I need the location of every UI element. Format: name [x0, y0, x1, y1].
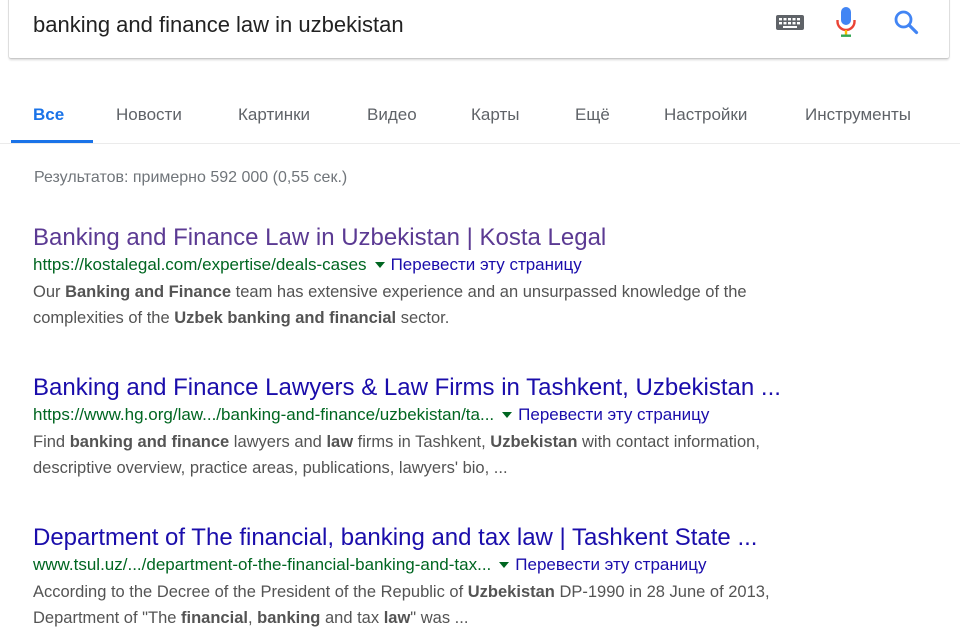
result-url-line: https://kostalegal.com/expertise/deals-c…: [33, 254, 953, 276]
result-title-link[interactable]: Banking and Finance Law in Uzbekistan | …: [33, 223, 953, 253]
snippet-text: According to the Decree of the President…: [33, 583, 468, 601]
tab-news[interactable]: Новости: [116, 86, 182, 144]
snippet-text: DP-1990 in 28 June of 2013,: [554, 583, 770, 601]
snippet-keyword: Banking and Finance: [65, 283, 232, 301]
search-result: Banking and Finance Lawyers & Law Firms …: [33, 373, 953, 481]
tab-maps[interactable]: Карты: [471, 86, 519, 144]
result-url-line: www.tsul.uz/.../department-of-the-financ…: [33, 554, 953, 576]
tab-images[interactable]: Картинки: [238, 86, 310, 144]
snippet-keyword: banking: [257, 609, 321, 627]
snippet-keyword: law: [326, 433, 354, 451]
dropdown-arrow-icon[interactable]: [499, 561, 510, 568]
snippet-line: complexities of the Uzbek banking and fi…: [33, 305, 953, 331]
snippet-text: with contact information,: [577, 433, 760, 451]
result-snippet: Our Banking and Finance team has extensi…: [33, 279, 953, 331]
tab-more[interactable]: Ещё: [575, 86, 610, 144]
snippet-text: complexities of the: [33, 309, 175, 327]
snippet-text: lawyers and: [229, 433, 327, 451]
snippet-keyword: financial: [181, 609, 248, 627]
search-bar: [9, 0, 949, 58]
tab-all[interactable]: Все: [33, 86, 64, 144]
translate-link[interactable]: Перевести эту страницу: [391, 255, 582, 274]
snippet-keyword: Uzbek banking and financial: [174, 309, 397, 327]
result-snippet: Find banking and finance lawyers and law…: [33, 429, 953, 481]
snippet-text: firms in Tashkent,: [353, 433, 491, 451]
snippet-keyword: Uzbekistan: [467, 583, 555, 601]
snippet-keyword: law: [383, 609, 411, 627]
snippet-line: descriptive overview, practice areas, pu…: [33, 455, 953, 481]
snippet-line: Find banking and finance lawyers and law…: [33, 429, 953, 455]
result-url: https://kostalegal.com/expertise/deals-c…: [33, 255, 367, 274]
result-title-link[interactable]: Department of The financial, banking and…: [33, 523, 953, 553]
tab-settings[interactable]: Настройки: [664, 86, 747, 144]
result-snippet: According to the Decree of the President…: [33, 579, 953, 631]
search-input[interactable]: [33, 12, 753, 38]
snippet-line: Department of "The financial, banking an…: [33, 605, 953, 631]
result-stats: Результатов: примерно 592 000 (0,55 сек.…: [34, 169, 348, 186]
translate-link[interactable]: Перевести эту страницу: [515, 555, 706, 574]
snippet-text: and tax: [320, 609, 384, 627]
result-title-link[interactable]: Banking and Finance Lawyers & Law Firms …: [33, 373, 953, 403]
search-result: Department of The financial, banking and…: [33, 523, 953, 631]
snippet-text: Find: [33, 433, 70, 451]
search-tabs: Все Новости Картинки Видео Карты Ещё Нас…: [0, 86, 960, 144]
search-result: Banking and Finance Law in Uzbekistan | …: [33, 223, 953, 331]
microphone-icon[interactable]: [829, 2, 863, 42]
result-url: www.tsul.uz/.../department-of-the-financ…: [33, 555, 492, 574]
snippet-line: According to the Decree of the President…: [33, 579, 953, 605]
snippet-text: " was ...: [410, 609, 469, 627]
tab-videos[interactable]: Видео: [367, 86, 417, 144]
result-url: https://www.hg.org/law.../banking-and-fi…: [33, 405, 495, 424]
snippet-text: sector.: [396, 309, 450, 327]
dropdown-arrow-icon[interactable]: [502, 411, 513, 418]
snippet-text: descriptive overview, practice areas, pu…: [33, 459, 508, 477]
snippet-text: team has extensive experience and an uns…: [231, 283, 747, 301]
snippet-text: Our: [33, 283, 66, 301]
result-url-line: https://www.hg.org/law.../banking-and-fi…: [33, 404, 953, 426]
tab-tools[interactable]: Инструменты: [805, 86, 911, 144]
snippet-keyword: Uzbekistan: [490, 433, 578, 451]
tabs-divider: [0, 143, 960, 144]
snippet-line: Our Banking and Finance team has extensi…: [33, 279, 953, 305]
keyboard-icon[interactable]: [773, 2, 807, 42]
dropdown-arrow-icon[interactable]: [374, 261, 385, 268]
translate-link[interactable]: Перевести эту страницу: [518, 405, 709, 424]
snippet-text: ,: [247, 609, 258, 627]
snippet-text: Department of "The: [33, 609, 182, 627]
snippet-keyword: banking and finance: [69, 433, 230, 451]
search-icon[interactable]: [889, 2, 923, 42]
